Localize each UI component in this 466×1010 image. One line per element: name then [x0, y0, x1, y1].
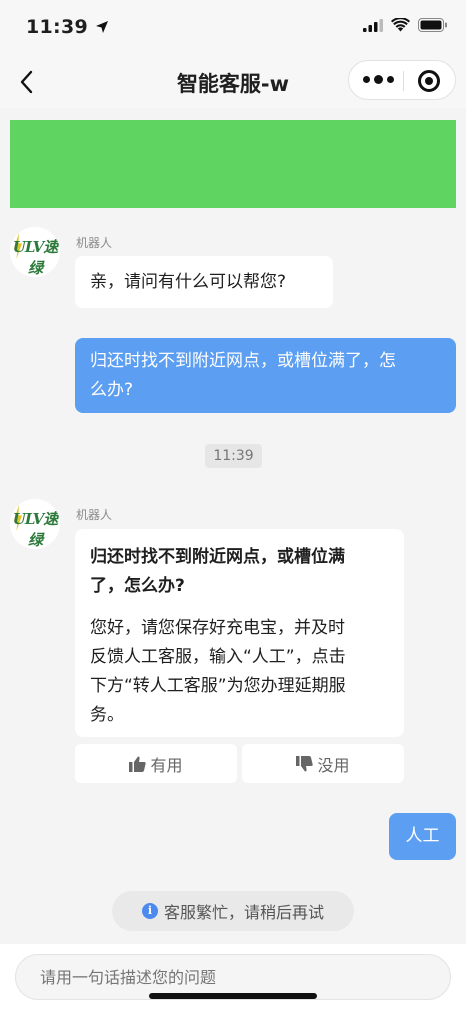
useful-label: 有用 — [150, 755, 183, 775]
bot-greeting-bubble: 亲，请问有什么可以帮您? — [75, 256, 333, 308]
cellular-signal-icon — [363, 18, 383, 32]
capsule-divider — [403, 71, 404, 91]
answer-title-line: 了，怎么办? — [90, 576, 185, 596]
info-icon: i — [141, 903, 158, 919]
bot-answer-bubble: 归还时找不到附近网点，或槽位满 了，怎么办? 您好，请您保存好充电宝，并及时 反… — [75, 529, 404, 737]
message-timestamp: 11:39 — [205, 444, 262, 468]
message-text: 亲，请问有什么可以帮您? — [90, 272, 287, 292]
close-miniprogram-icon[interactable] — [418, 70, 440, 92]
user-reply-bubble: 人工 — [389, 813, 456, 860]
answer-body-line: 反馈人工客服，输入“人工”，点击 — [90, 647, 346, 667]
bot-logo-icon: ULV速绿 — [12, 238, 59, 277]
location-arrow-icon — [95, 21, 108, 33]
status-time: 11:39 — [26, 16, 109, 38]
bot-logo-icon: ULV速绿 — [12, 510, 59, 549]
status-bar: 11:39 — [0, 0, 466, 56]
answer-body-line: 下方“转人工客服”为您办理延期服 — [90, 676, 346, 696]
answer-title-line: 归还时找不到附近网点，或槽位满 — [90, 547, 345, 567]
miniprogram-capsule — [348, 60, 456, 100]
bot-avatar: ULV速绿 — [10, 227, 60, 277]
useful-button[interactable]: 有用 — [75, 744, 237, 783]
user-question-bubble: 归还时找不到附近网点，或槽位满了，怎 么办? — [75, 338, 456, 413]
useless-button[interactable]: 没用 — [242, 744, 404, 783]
message-text-line: 归还时找不到附近网点，或槽位满了，怎 — [90, 351, 396, 371]
answer-body-line: 务。 — [90, 705, 124, 725]
input-bar — [0, 944, 466, 1010]
thumbs-up-icon — [129, 756, 147, 772]
message-text: 人工 — [405, 826, 440, 846]
more-menu-icon[interactable] — [363, 75, 394, 84]
sender-name: 机器人 — [76, 236, 113, 250]
wifi-icon — [391, 18, 410, 32]
battery-icon — [418, 18, 447, 32]
answer-body-line: 您好，请您保存好充电宝，并及时 — [90, 618, 345, 638]
home-indicator — [149, 993, 317, 999]
message-text-line: 么办? — [90, 380, 134, 400]
sender-name: 机器人 — [76, 508, 113, 522]
useless-label: 没用 — [317, 755, 350, 775]
bot-avatar: ULV速绿 — [10, 499, 60, 549]
nav-bar: 智能客服-w — [0, 56, 466, 108]
thumbs-down-icon — [296, 755, 314, 771]
banner[interactable] — [10, 120, 456, 208]
busy-notice: i 客服繁忙，请稍后再试 — [112, 891, 354, 931]
notice-text: 客服繁忙，请稍后再试 — [163, 903, 324, 922]
